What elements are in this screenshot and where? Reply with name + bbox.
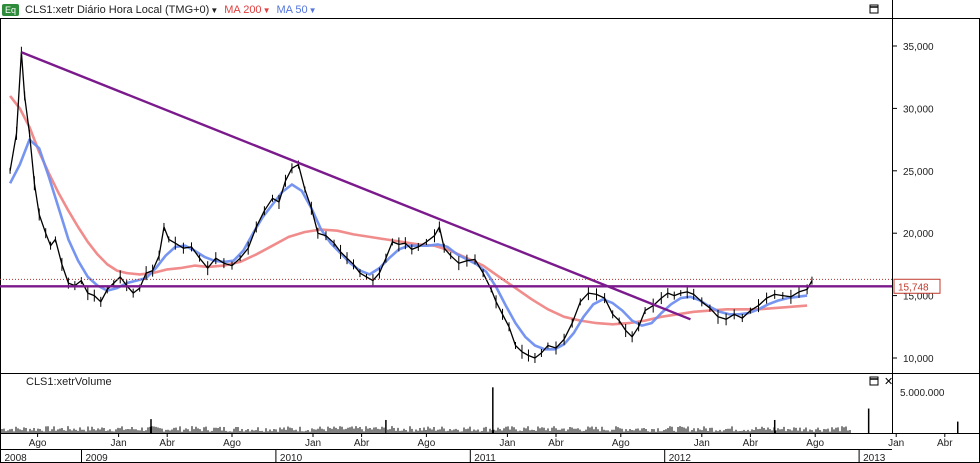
x-month-label: Ago xyxy=(29,438,47,449)
x-month-label: Abr xyxy=(548,438,564,449)
y-tick-label: 30,000 xyxy=(903,104,934,115)
y-tick-label: 10,000 xyxy=(903,354,934,365)
x-year-label: 2010 xyxy=(280,453,303,463)
x-month-label: Abr xyxy=(743,438,759,449)
x-month-label: Jan xyxy=(305,438,321,449)
price-chart[interactable]: 10,00015,00020,00025,00030,00035,000Ago J… xyxy=(0,0,980,463)
x-month-label: Ago xyxy=(806,438,824,449)
x-month-label: Abr xyxy=(354,438,370,449)
x-month-label: Jan xyxy=(111,438,127,449)
price-plot xyxy=(0,46,892,363)
x-month-label: Jan xyxy=(499,438,515,449)
volume-y-tick-label: 5.000.000 xyxy=(900,388,945,399)
volume-maximize-icon[interactable] xyxy=(869,376,879,386)
x-month-label: Ago xyxy=(612,438,630,449)
x-year-label: 2008 xyxy=(5,453,28,463)
axes: 10,00015,00020,00025,00030,00035,000Ago J… xyxy=(5,42,953,463)
x-month-label: Abr xyxy=(159,438,175,449)
y-tick-label: 35,000 xyxy=(903,42,934,53)
last-price-label: 15,748 xyxy=(898,282,929,293)
x-month-label: Ago xyxy=(223,438,241,449)
x-year-label: 2011 xyxy=(474,453,496,463)
x-year-label: 2013 xyxy=(863,453,886,463)
x-month-label: Jan xyxy=(694,438,710,449)
close-icon[interactable]: ✕ xyxy=(884,376,893,388)
volume-plot xyxy=(1,387,959,433)
x-year-label: 2009 xyxy=(86,453,109,463)
y-tick-label: 20,000 xyxy=(903,229,934,240)
maximize-icon[interactable] xyxy=(869,4,879,14)
x-year-label: 2012 xyxy=(669,453,692,463)
panel-controls: ✕ xyxy=(869,4,893,388)
x-month-label: Ago xyxy=(418,438,436,449)
x-month-label: Abr xyxy=(937,438,953,449)
x-month-label: Jan xyxy=(888,438,904,449)
y-tick-label: 25,000 xyxy=(903,167,934,178)
chart-frame xyxy=(0,0,980,463)
